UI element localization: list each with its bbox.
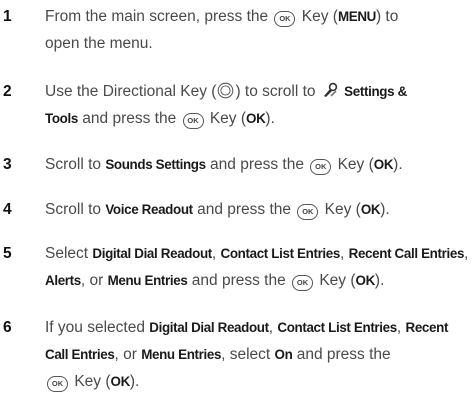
ok-key-icon: OK	[297, 204, 319, 220]
step-number: 5	[3, 245, 12, 262]
step-number: 4	[3, 201, 12, 218]
ok-key-icon: OK	[310, 159, 332, 175]
step-text: Scroll to Sounds Settings and press the …	[45, 156, 403, 175]
step-text: Scroll to Voice Readout and press the OK…	[45, 201, 390, 220]
directional-key-icon	[218, 82, 234, 99]
step-text: Use the Directional Key () to scroll to …	[45, 82, 407, 129]
ok-key-icon: OK	[182, 113, 204, 129]
settings-tools-icon	[323, 82, 338, 97]
step-number: 6	[3, 319, 12, 336]
step-number: 2	[3, 83, 12, 100]
instruction-page: 1 From the main screen, press the OK Key…	[0, 0, 475, 412]
ok-key-icon: OK	[274, 11, 296, 27]
step-number: 1	[3, 8, 12, 25]
ok-key-icon: OK	[47, 376, 68, 392]
step-text: If you selected Digital Dial Readout, Co…	[45, 319, 449, 392]
step-number: 3	[3, 156, 12, 173]
step-text: Select Digital Dial Readout, Contact Lis…	[45, 245, 469, 291]
step-text: From the main screen, press the OK Key (…	[45, 8, 399, 52]
ok-key-icon: OK	[292, 275, 314, 291]
